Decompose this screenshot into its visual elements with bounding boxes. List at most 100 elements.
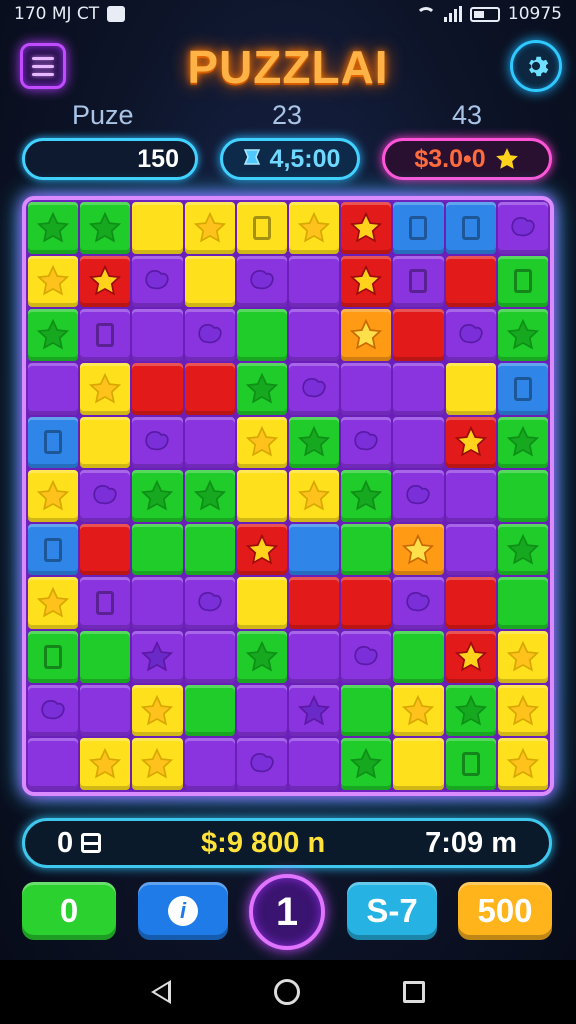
- board-tile[interactable]: [497, 738, 548, 790]
- board-tile[interactable]: [497, 684, 548, 737]
- board-tile[interactable]: [497, 631, 548, 683]
- board-tile[interactable]: [445, 309, 496, 361]
- board-tile[interactable]: [28, 362, 79, 415]
- action-button-orange[interactable]: 500: [458, 882, 552, 940]
- board-tile[interactable]: [289, 470, 340, 522]
- board-tile[interactable]: [132, 631, 183, 683]
- board-tile[interactable]: [289, 577, 340, 630]
- board-tile[interactable]: [236, 255, 287, 308]
- board-tile[interactable]: [184, 631, 235, 683]
- board-tile[interactable]: [393, 255, 444, 308]
- board-tile[interactable]: [236, 416, 287, 469]
- board-tile[interactable]: [445, 738, 496, 790]
- action-button-cyan[interactable]: S-7: [347, 882, 437, 940]
- board-tile[interactable]: [132, 684, 183, 737]
- board-tile[interactable]: [132, 255, 183, 308]
- board-tile[interactable]: [341, 470, 392, 522]
- board-tile[interactable]: [289, 362, 340, 415]
- board-tile[interactable]: [132, 470, 183, 522]
- board-tile[interactable]: [28, 523, 79, 576]
- board-tile[interactable]: [80, 202, 131, 254]
- board-tile[interactable]: [132, 309, 183, 361]
- board-tile[interactable]: [497, 202, 548, 254]
- board-tile[interactable]: [80, 362, 131, 415]
- board-tile[interactable]: [28, 684, 79, 737]
- recent-apps-icon[interactable]: [402, 981, 425, 1003]
- board-tile[interactable]: [132, 416, 183, 469]
- board-tile[interactable]: [28, 631, 79, 683]
- board-tile[interactable]: [341, 416, 392, 469]
- board-tile[interactable]: [289, 738, 340, 790]
- board-tile[interactable]: [28, 416, 79, 469]
- board-tile[interactable]: [132, 577, 183, 630]
- board-tile[interactable]: [393, 470, 444, 522]
- board-tile[interactable]: [445, 362, 496, 415]
- board-tile[interactable]: [132, 362, 183, 415]
- settings-button[interactable]: [510, 40, 562, 92]
- board-tile[interactable]: [393, 309, 444, 361]
- board-tile[interactable]: [184, 684, 235, 737]
- board-tile[interactable]: [184, 202, 235, 254]
- board-tile[interactable]: [341, 202, 392, 254]
- board-tile[interactable]: [236, 309, 287, 361]
- board-tile[interactable]: [184, 416, 235, 469]
- board-tile[interactable]: [341, 738, 392, 790]
- board-tile[interactable]: [236, 470, 287, 522]
- board-tile[interactable]: [28, 577, 79, 630]
- board-tile[interactable]: [132, 523, 183, 576]
- board-tile[interactable]: [80, 577, 131, 630]
- board-tile[interactable]: [341, 255, 392, 308]
- board-tile[interactable]: [184, 577, 235, 630]
- board-tile[interactable]: [497, 416, 548, 469]
- board-tile[interactable]: [80, 470, 131, 522]
- board-tile[interactable]: [393, 362, 444, 415]
- board-tile[interactable]: [80, 309, 131, 361]
- board-tile[interactable]: [289, 523, 340, 576]
- board-tile[interactable]: [393, 631, 444, 683]
- board-tile[interactable]: [393, 523, 444, 576]
- board-tile[interactable]: [132, 202, 183, 254]
- board-tile[interactable]: [445, 255, 496, 308]
- board-tile[interactable]: [497, 523, 548, 576]
- board-tile[interactable]: [341, 631, 392, 683]
- action-button-green[interactable]: 0: [22, 882, 116, 940]
- board-tile[interactable]: [497, 362, 548, 415]
- board-tile[interactable]: [80, 255, 131, 308]
- board-tile[interactable]: [80, 523, 131, 576]
- board-tile[interactable]: [236, 202, 287, 254]
- board-tile[interactable]: [289, 416, 340, 469]
- board-tile[interactable]: [236, 577, 287, 630]
- board-tile[interactable]: [28, 309, 79, 361]
- board-tile[interactable]: [393, 738, 444, 790]
- board-tile[interactable]: [289, 631, 340, 683]
- board-tile[interactable]: [497, 309, 548, 361]
- board-tile[interactable]: [445, 684, 496, 737]
- board-tile[interactable]: [184, 738, 235, 790]
- board-tile[interactable]: [393, 684, 444, 737]
- board-tile[interactable]: [445, 416, 496, 469]
- board-tile[interactable]: [497, 255, 548, 308]
- board-tile[interactable]: [497, 470, 548, 522]
- board-tile[interactable]: [341, 362, 392, 415]
- board-tile[interactable]: [393, 202, 444, 254]
- board-tile[interactable]: [445, 202, 496, 254]
- board-tile[interactable]: [445, 577, 496, 630]
- board-tile[interactable]: [28, 255, 79, 308]
- board-tile[interactable]: [236, 738, 287, 790]
- board-tile[interactable]: [341, 684, 392, 737]
- board-tile[interactable]: [289, 202, 340, 254]
- board-tile[interactable]: [184, 470, 235, 522]
- board-tile[interactable]: [289, 309, 340, 361]
- board-tile[interactable]: [184, 255, 235, 308]
- home-icon[interactable]: [273, 979, 300, 1005]
- board-tile[interactable]: [236, 684, 287, 737]
- board-tile[interactable]: [80, 416, 131, 469]
- board-tile[interactable]: [236, 523, 287, 576]
- board-tile[interactable]: [341, 309, 392, 361]
- board-tile[interactable]: [80, 684, 131, 737]
- board-tile[interactable]: [80, 631, 131, 683]
- board-tile[interactable]: [445, 631, 496, 683]
- board-tile[interactable]: [289, 255, 340, 308]
- board-tile[interactable]: [184, 523, 235, 576]
- board-tile[interactable]: [28, 470, 79, 522]
